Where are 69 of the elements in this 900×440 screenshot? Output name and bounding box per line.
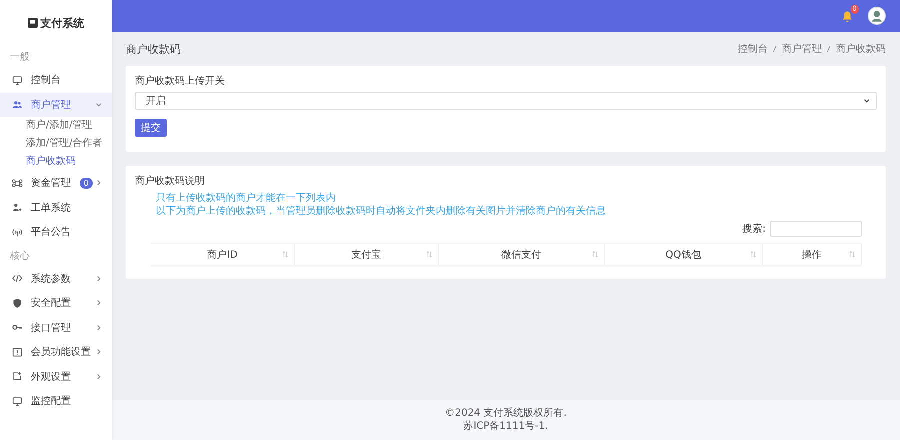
breadcrumb-item[interactable]: 控制台 (738, 42, 768, 56)
column-header[interactable]: 微信支付 (439, 244, 605, 265)
avatar-icon[interactable] (868, 7, 886, 25)
search-label: 搜索: (742, 222, 766, 236)
sort-icon (282, 251, 289, 258)
count-badge: 0 (80, 178, 93, 189)
submit-button[interactable]: 提交 (135, 119, 167, 137)
select-field[interactable]: 开启 (135, 92, 877, 110)
menu-label: 系统参数 (31, 272, 72, 286)
field-label: 商户收款码上传开关 (135, 74, 226, 88)
menu-icon (12, 298, 23, 309)
menu-icon (12, 346, 23, 358)
sidebar-item[interactable]: 平台公告 (0, 220, 112, 244)
submenu-item[interactable]: 商户/添加/管理 (0, 117, 112, 135)
menu-label: 资金管理 (31, 177, 72, 190)
submenu-item[interactable]: 添加/管理/合作者 (0, 135, 112, 153)
sort-icon (592, 251, 599, 258)
logo-icon (28, 18, 38, 28)
column-header[interactable]: 支付宝 (295, 244, 439, 265)
menu-label: 商户管理 (31, 98, 72, 112)
sidebar-item[interactable]: 资金管理 0 (0, 171, 112, 196)
menu-label: 接口管理 (31, 322, 72, 335)
sort-icon (849, 251, 856, 258)
search-field[interactable] (770, 221, 862, 237)
footer-text: 苏ICP备1111号-1. (464, 420, 548, 433)
menu-icon (12, 226, 23, 238)
sidebar-item[interactable]: 监控配置 (0, 389, 112, 414)
sort-icon (426, 251, 433, 258)
submenu-item[interactable]: 商户收款码 (0, 153, 112, 171)
sidebar-item[interactable]: 系统参数 (0, 266, 112, 291)
sidebar-item[interactable]: 工单系统 (0, 196, 112, 220)
section-heading: 核心 (9, 250, 31, 264)
menu-icon (12, 396, 23, 407)
column-header[interactable]: 商户ID (151, 244, 295, 265)
sidebar-item[interactable]: 接口管理 (0, 316, 112, 340)
sort-icon (750, 251, 757, 258)
footer-text: ©2024 支付系统版权所有. (445, 407, 567, 420)
card-title: 商户收款码说明 (135, 174, 206, 188)
menu-icon (12, 371, 23, 382)
sidebar-item[interactable]: 外观设置 (0, 364, 112, 389)
menu-label: 平台公告 (31, 226, 72, 240)
sidebar-item[interactable]: 控制台 (0, 68, 112, 92)
bell-icon[interactable] (841, 10, 854, 22)
breadcrumb-separator-icon (773, 45, 777, 53)
menu-label: 安全配置 (31, 296, 72, 310)
menu-label: 工单系统 (31, 202, 72, 215)
sidebar-item[interactable]: 会员功能设置 (0, 340, 112, 364)
caret-icon (864, 98, 870, 104)
menu-label: 外观设置 (31, 370, 72, 384)
page-title: 商户收款码 (126, 42, 181, 56)
menu-icon (12, 74, 23, 86)
menu-label: 控制台 (31, 74, 62, 88)
note-text: 只有上传收款码的商户才能在一下列表内 (156, 192, 337, 205)
menu-icon (12, 273, 23, 284)
menu-icon (12, 178, 23, 189)
app-logo[interactable]: 支付系统 (0, 0, 112, 46)
breadcrumb-item[interactable]: 商户管理 (782, 42, 822, 56)
column-header[interactable]: 操作 (763, 244, 862, 265)
column-header[interactable]: QQ钱包 (605, 244, 763, 265)
menu-label: 会员功能设置 (31, 346, 92, 360)
sidebar-item[interactable]: 商户管理 (0, 92, 112, 117)
note-text: 以下为商户上传的收款码，当管理员删除收款码时自动将文件夹内删除有关图片并清除商户的有关信息 (156, 205, 607, 218)
breadcrumb-item: 商户收款码 (836, 42, 886, 56)
menu-label: 监控配置 (31, 394, 72, 408)
sidebar-item[interactable]: 安全配置 (0, 291, 112, 316)
menu-icon (12, 99, 23, 110)
breadcrumb-separator-icon (827, 45, 831, 53)
menu-icon (12, 202, 23, 214)
section-heading: 一般 (9, 51, 31, 65)
